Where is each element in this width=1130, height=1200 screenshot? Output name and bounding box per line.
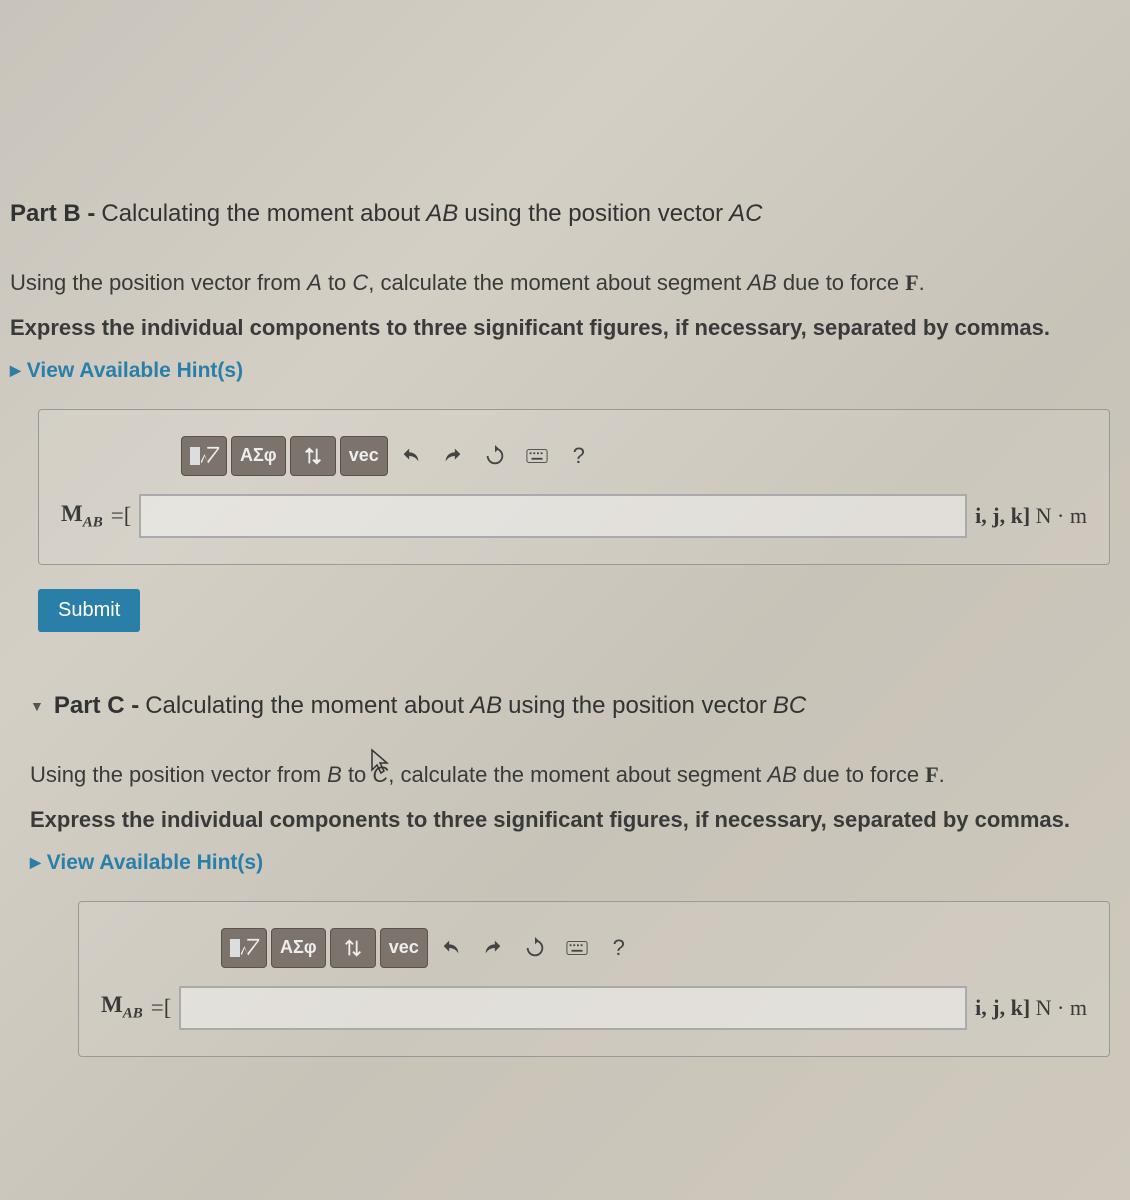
- lhs-label: MAB: [61, 501, 103, 532]
- redo-button[interactable]: [474, 928, 512, 968]
- keyboard-button[interactable]: [518, 436, 556, 476]
- fraction-radical-icon: [199, 445, 221, 467]
- part-c-header[interactable]: Part C - Calculating the moment about AB…: [30, 692, 1120, 720]
- part-c-section: Part C - Calculating the moment about AB…: [10, 692, 1120, 1057]
- undo-icon: [440, 937, 462, 959]
- redo-icon: [482, 937, 504, 959]
- reset-icon: [524, 937, 546, 959]
- arrows-updown-icon: [342, 937, 364, 959]
- part-b-title-1: Calculating the moment about: [101, 200, 420, 228]
- vec-button[interactable]: vec: [380, 928, 428, 968]
- units-label-c: i, j, k] N · m: [975, 995, 1087, 1021]
- equals-bracket: =[: [111, 503, 132, 529]
- greek-button[interactable]: ΑΣφ: [231, 436, 286, 476]
- part-c-label: Part C -: [54, 692, 139, 720]
- subscript-button[interactable]: [290, 436, 336, 476]
- part-c-instructions: Express the individual components to thr…: [30, 807, 1120, 833]
- part-b-answer-box: ΑΣφ vec ?: [38, 409, 1110, 565]
- part-b-input-row: MAB =[ i, j, k] N · m: [61, 494, 1087, 538]
- part-b-label: Part B -: [10, 200, 95, 228]
- part-b-title-2: using the position vector: [464, 200, 723, 228]
- part-b-answer-input[interactable]: [139, 494, 967, 538]
- part-c-answer-box: ΑΣφ vec ?: [78, 901, 1110, 1057]
- undo-button[interactable]: [392, 436, 430, 476]
- part-b-title-ab: AB: [426, 200, 458, 228]
- part-c-description: Using the position vector from B to C, c…: [30, 760, 1120, 791]
- subscript-button[interactable]: [330, 928, 376, 968]
- keyboard-icon: [566, 937, 588, 959]
- reset-button[interactable]: [476, 436, 514, 476]
- undo-icon: [400, 445, 422, 467]
- keyboard-button[interactable]: [558, 928, 596, 968]
- part-c-input-row: MAB =[ i, j, k] N · m: [101, 986, 1087, 1030]
- part-b-instructions: Express the individual components to thr…: [10, 315, 1120, 341]
- part-b-section: Part B - Calculating the moment about AB…: [10, 200, 1120, 632]
- templates-button[interactable]: [221, 928, 267, 968]
- reset-button[interactable]: [516, 928, 554, 968]
- reset-icon: [484, 445, 506, 467]
- units-label: i, j, k] N · m: [975, 503, 1087, 529]
- part-b-header: Part B - Calculating the moment about AB…: [10, 200, 1120, 228]
- help-button[interactable]: ?: [560, 436, 598, 476]
- greek-button[interactable]: ΑΣφ: [271, 928, 326, 968]
- lhs-label-c: MAB: [101, 992, 143, 1023]
- templates-button[interactable]: [181, 436, 227, 476]
- submit-button[interactable]: Submit: [38, 589, 140, 632]
- view-hints-toggle[interactable]: View Available Hint(s): [10, 359, 1120, 383]
- part-b-title-ac: AC: [729, 200, 762, 228]
- fraction-radical-icon: [239, 937, 261, 959]
- keyboard-icon: [526, 445, 548, 467]
- part-c-answer-input[interactable]: [179, 986, 967, 1030]
- undo-button[interactable]: [432, 928, 470, 968]
- redo-button[interactable]: [434, 436, 472, 476]
- vec-button[interactable]: vec: [340, 436, 388, 476]
- redo-icon: [442, 445, 464, 467]
- equation-toolbar-c: ΑΣφ vec ?: [221, 928, 1087, 968]
- part-b-description: Using the position vector from A to C, c…: [10, 268, 1120, 299]
- view-hints-toggle-c[interactable]: View Available Hint(s): [30, 851, 1120, 875]
- equation-toolbar: ΑΣφ vec ?: [181, 436, 1087, 476]
- arrows-updown-icon: [302, 445, 324, 467]
- help-button[interactable]: ?: [600, 928, 638, 968]
